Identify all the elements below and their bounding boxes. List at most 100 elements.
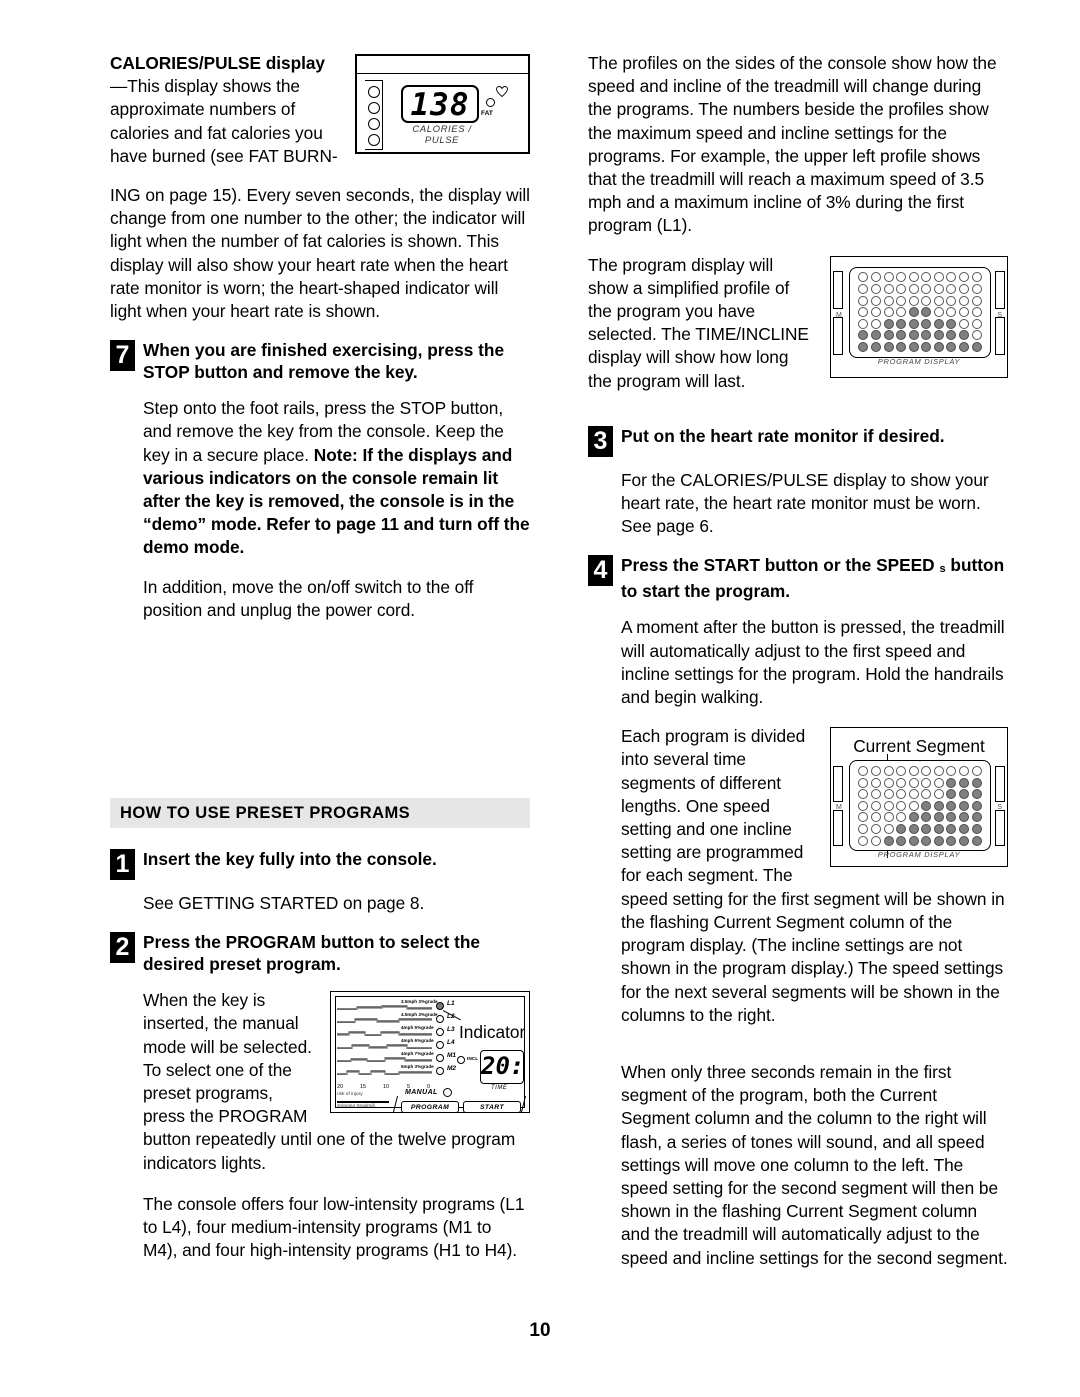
program-display-dot-lit: [933, 800, 945, 811]
program-display-dot-lit: [945, 824, 957, 835]
program-display-dot: [920, 789, 932, 800]
program-display-dot-lit: [908, 307, 920, 318]
program-display-dot-lit: [920, 318, 932, 329]
calories-pulse-caption: CALORIES / PULSE: [412, 124, 472, 146]
step-2-body: 3.5mph 3%grade L1 4.5mph 3%grade L2 4mph…: [143, 989, 530, 1278]
program-display-row: [854, 306, 986, 318]
step-3: 3 Put on the heart rate monitor if desir…: [588, 425, 1008, 457]
program-display-dot-lit: [945, 812, 957, 823]
program-display-dot: [870, 789, 882, 800]
program-display-dot: [895, 284, 907, 295]
program-display-dot-lit: [958, 789, 970, 800]
step-3-body: For the CALORIES/PULSE display to show y…: [621, 469, 1008, 539]
program-display-dot-lit: [883, 330, 895, 341]
program-display-dot: [870, 318, 882, 329]
program-display-dot: [908, 295, 920, 306]
program-display-dot: [870, 307, 882, 318]
program-display-dot: [870, 777, 882, 788]
step-4-heading-part-a: Press the START button or the SPEED: [621, 555, 935, 576]
warning-line-2: stopping treadmill.: [337, 1104, 376, 1110]
program-display-dot-lit: [895, 330, 907, 341]
step-3-heading: Put on the heart rate monitor if desired…: [621, 425, 945, 446]
program-display-dot: [920, 295, 932, 306]
console-side-tab: [995, 316, 1005, 355]
program-display-dot: [883, 789, 895, 800]
program-display-dot: [883, 295, 895, 306]
program-display-dot: [933, 789, 945, 800]
program-label-M2: M2: [447, 1065, 457, 1073]
step-1-number: 1: [110, 849, 135, 881]
time-lcd-screen: 20:: [480, 1050, 524, 1085]
program-display-dot-lit: [933, 341, 945, 352]
display-word: display: [265, 53, 325, 73]
step-7-paragraph-2: In addition, move the on/off switch to t…: [143, 576, 474, 620]
program-display-dot-lit: [971, 812, 983, 823]
program-display-row: [854, 295, 986, 307]
program-display-dot-lit: [945, 777, 957, 788]
program-display-dot: [883, 307, 895, 318]
profile-speed-label: 4mph 5%grade: [401, 1025, 434, 1031]
step-4: 4 Press the START button or the SPEED s …: [588, 554, 1008, 602]
calories-pulse-paragraph-cont: ING on page 15). Every seven seconds, th…: [110, 185, 530, 322]
step-7-body: Step onto the foot rails, press the STOP…: [143, 397, 530, 622]
calories-pulse-text: —This display shows the approximate numb…: [110, 76, 338, 166]
console-top-divider: [357, 73, 528, 74]
program-display-dot: [857, 284, 869, 295]
program-display-dot: [958, 307, 970, 318]
program-display-dot: [870, 284, 882, 295]
program-display-dot: [920, 272, 932, 283]
console-edge-letter-right: S: [997, 804, 1002, 812]
program-display-block-2: Current Segment M S PROGRAM DISPLAY Each…: [621, 725, 1008, 1043]
program-display-dot-lit: [920, 330, 932, 341]
program-display-dot: [908, 789, 920, 800]
program-display-dot: [945, 272, 957, 283]
program-display-dot-lit: [945, 341, 957, 352]
program-display-row: [854, 800, 986, 812]
program-display-figure-1: M S PROGRAM DISPLAY: [830, 255, 1008, 378]
program-display-row: [854, 823, 986, 835]
program-display-dot: [883, 284, 895, 295]
program-display-dot-lit: [971, 800, 983, 811]
program-display-dot: [895, 812, 907, 823]
program-display-dot-lit: [908, 318, 920, 329]
program-display-dot-lit: [933, 318, 945, 329]
step-2-paragraph-after: The console offers four low-intensity pr…: [143, 1193, 525, 1261]
program-display-dot: [895, 789, 907, 800]
program-button[interactable]: PROGRAM: [401, 1101, 459, 1113]
program-display-dot-lit: [895, 341, 907, 352]
speed-decrease-symbol-icon: s: [939, 563, 946, 576]
program-display-dot: [870, 824, 882, 835]
program-display-dot: [971, 284, 983, 295]
incline-label: INCL: [467, 1057, 479, 1063]
step-4-body: A moment after the button is pressed, th…: [621, 616, 1008, 1269]
console-side-tab: [833, 316, 843, 355]
program-display-dot-lit: [958, 824, 970, 835]
program-display-dot: [857, 307, 869, 318]
start-button[interactable]: START: [463, 1101, 521, 1113]
program-display-dot: [857, 766, 869, 777]
console-edge-letter-right: S: [997, 311, 1002, 319]
calories-lcd-digits: 138: [410, 87, 470, 123]
program-display-dot: [971, 272, 983, 283]
program-display-dot-lit: [971, 341, 983, 352]
program-display-dot-lit: [971, 789, 983, 800]
program-display-dot: [895, 295, 907, 306]
program-display-dot: [883, 766, 895, 777]
program-display-dot: [920, 766, 932, 777]
program-display-dot: [945, 284, 957, 295]
console-side-tab: [833, 810, 843, 847]
program-display-dot: [895, 777, 907, 788]
warning-line-1: risk of injury.: [337, 1092, 364, 1098]
program-display-dot-lit: [883, 835, 895, 846]
step-2-number: 2: [110, 932, 135, 964]
program-display-dot-lit: [857, 341, 869, 352]
program-display-dot: [895, 272, 907, 283]
console-side-tab: [995, 270, 1005, 309]
axis-label: 15: [360, 1084, 367, 1091]
program-display-dot-lit: [908, 330, 920, 341]
program-display-dot-lit: [920, 800, 932, 811]
program-display-dot-lit: [920, 341, 932, 352]
program-display-dot-lit: [870, 341, 882, 352]
step-3-paragraph: For the CALORIES/PULSE display to show y…: [621, 469, 989, 537]
program-display-dot: [971, 318, 983, 329]
